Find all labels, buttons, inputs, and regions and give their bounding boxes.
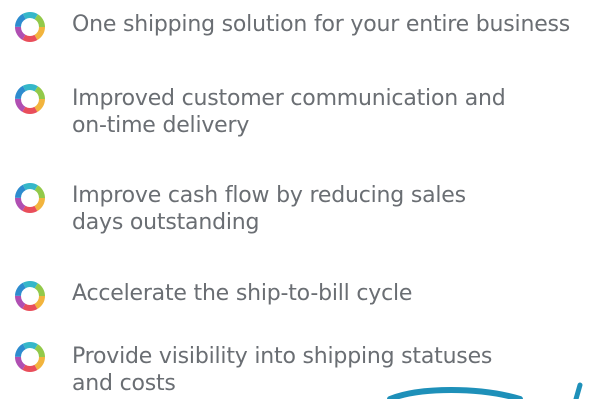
multicolor-ring-icon	[12, 81, 48, 117]
benefit-text: Improve cash flow by reducing sales days…	[72, 183, 466, 235]
multicolor-ring-icon	[12, 339, 48, 375]
benefit-text: Improved customer communication and on-t…	[72, 86, 506, 138]
benefit-text: One shipping solution for your entire bu…	[72, 12, 571, 37]
multicolor-ring-icon	[12, 180, 48, 216]
multicolor-ring-icon	[12, 278, 48, 314]
benefit-list: One shipping solution for your entire bu…	[0, 0, 607, 399]
benefit-text: Accelerate the ship-to-bill cycle	[72, 281, 413, 306]
multicolor-ring-icon	[12, 9, 48, 45]
decorative-arc	[350, 380, 607, 399]
